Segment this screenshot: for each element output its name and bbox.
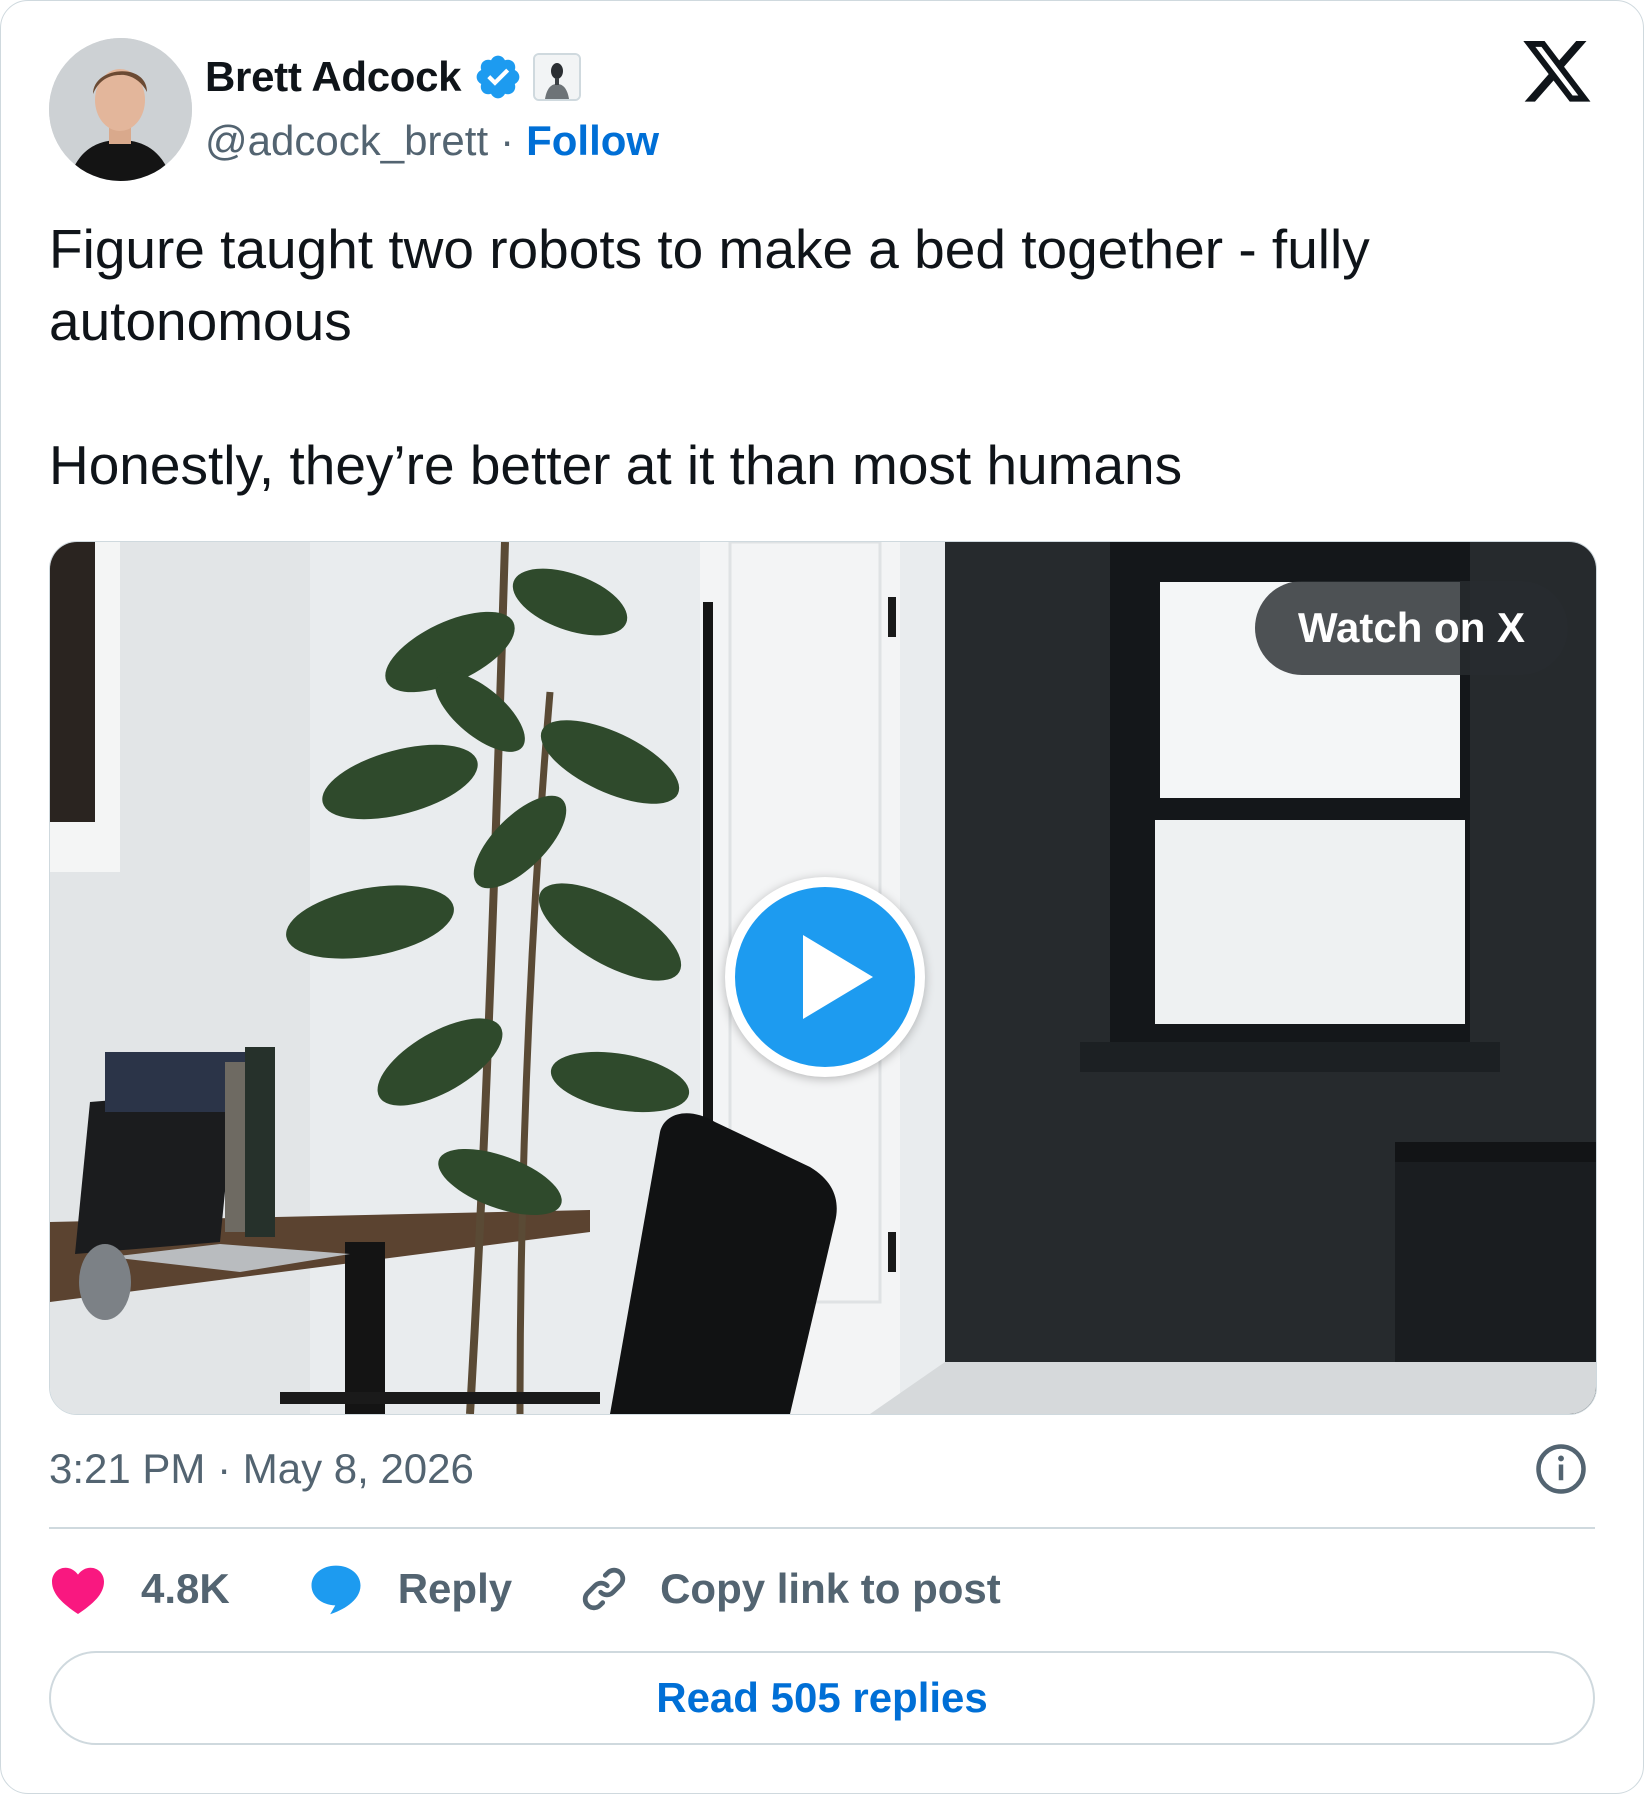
timestamp-link[interactable]: 3:21 PM · May 8, 2026 (49, 1441, 474, 1497)
divider (49, 1527, 1595, 1529)
read-replies-button[interactable]: Read 505 replies (49, 1651, 1595, 1745)
play-icon (803, 935, 873, 1019)
reply-bubble-icon (311, 1565, 361, 1615)
copy-link-label: Copy link to post (660, 1565, 1001, 1612)
play-button[interactable] (725, 877, 925, 1077)
tweet-text: Figure taught two robots to make a bed t… (49, 213, 1589, 501)
affiliate-badge-icon[interactable] (533, 53, 582, 101)
info-icon[interactable] (1534, 1442, 1588, 1496)
tweet-text-line: Honestly, they’re better at it than most… (49, 434, 1183, 496)
author-handle-row: @adcock_brett · Follow (205, 113, 659, 169)
reply-button[interactable]: Reply (308, 1562, 512, 1616)
tweet-text-line: Figure taught two robots to make a bed t… (49, 218, 1370, 352)
like-count: 4.8K (141, 1565, 230, 1612)
link-icon (582, 1567, 626, 1611)
x-logo-icon[interactable] (1523, 41, 1593, 107)
video-player[interactable]: Watch on X (49, 541, 1597, 1415)
action-bar: 4.8K Reply Copy link to post (49, 1557, 1001, 1621)
verified-badge-icon (473, 52, 523, 102)
like-button[interactable]: 4.8K (49, 1563, 230, 1615)
heart-icon (52, 1567, 104, 1615)
follow-link[interactable]: Follow (526, 117, 659, 165)
avatar[interactable] (49, 38, 192, 181)
tweet-card: Brett Adcock @adcock_brett · Follow Figu… (0, 0, 1644, 1794)
reply-label: Reply (397, 1565, 513, 1612)
separator-dot: · (500, 117, 515, 164)
copy-link-button[interactable]: Copy link to post (578, 1563, 1001, 1615)
author-name[interactable]: Brett Adcock (205, 53, 462, 101)
author-handle[interactable]: @adcock_brett (205, 117, 488, 165)
avatar-photo (49, 38, 192, 181)
author-name-row: Brett Adcock (205, 47, 582, 107)
watch-on-x-button[interactable]: Watch on X (1255, 581, 1568, 675)
